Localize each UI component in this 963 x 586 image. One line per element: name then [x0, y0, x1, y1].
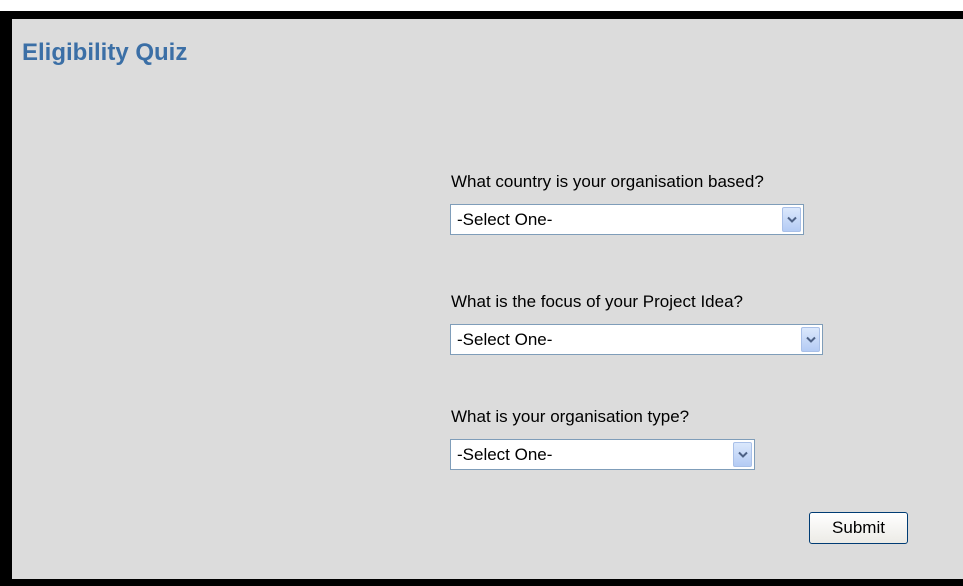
page-title: Eligibility Quiz	[22, 39, 188, 66]
country-select-value: -Select One-	[457, 210, 553, 229]
project-focus-select[interactable]: -Select One-	[450, 324, 823, 355]
chevron-down-icon[interactable]	[733, 442, 752, 467]
project-focus-select-value: -Select One-	[457, 330, 553, 349]
country-question-label: What country is your organisation based?	[451, 172, 764, 191]
organisation-type-select[interactable]: -Select One-	[450, 439, 755, 470]
chevron-down-icon[interactable]	[782, 207, 801, 232]
organisation-type-select-value: -Select One-	[457, 445, 553, 464]
chevron-down-icon[interactable]	[801, 327, 820, 352]
country-select[interactable]: -Select One-	[450, 204, 804, 235]
quiz-panel: Eligibility Quiz What country is your or…	[12, 19, 963, 579]
project-focus-question-label: What is the focus of your Project Idea?	[451, 292, 743, 311]
page-frame: Eligibility Quiz What country is your or…	[0, 11, 963, 586]
submit-button[interactable]: Submit	[809, 512, 908, 544]
organisation-type-question-label: What is your organisation type?	[451, 407, 690, 426]
